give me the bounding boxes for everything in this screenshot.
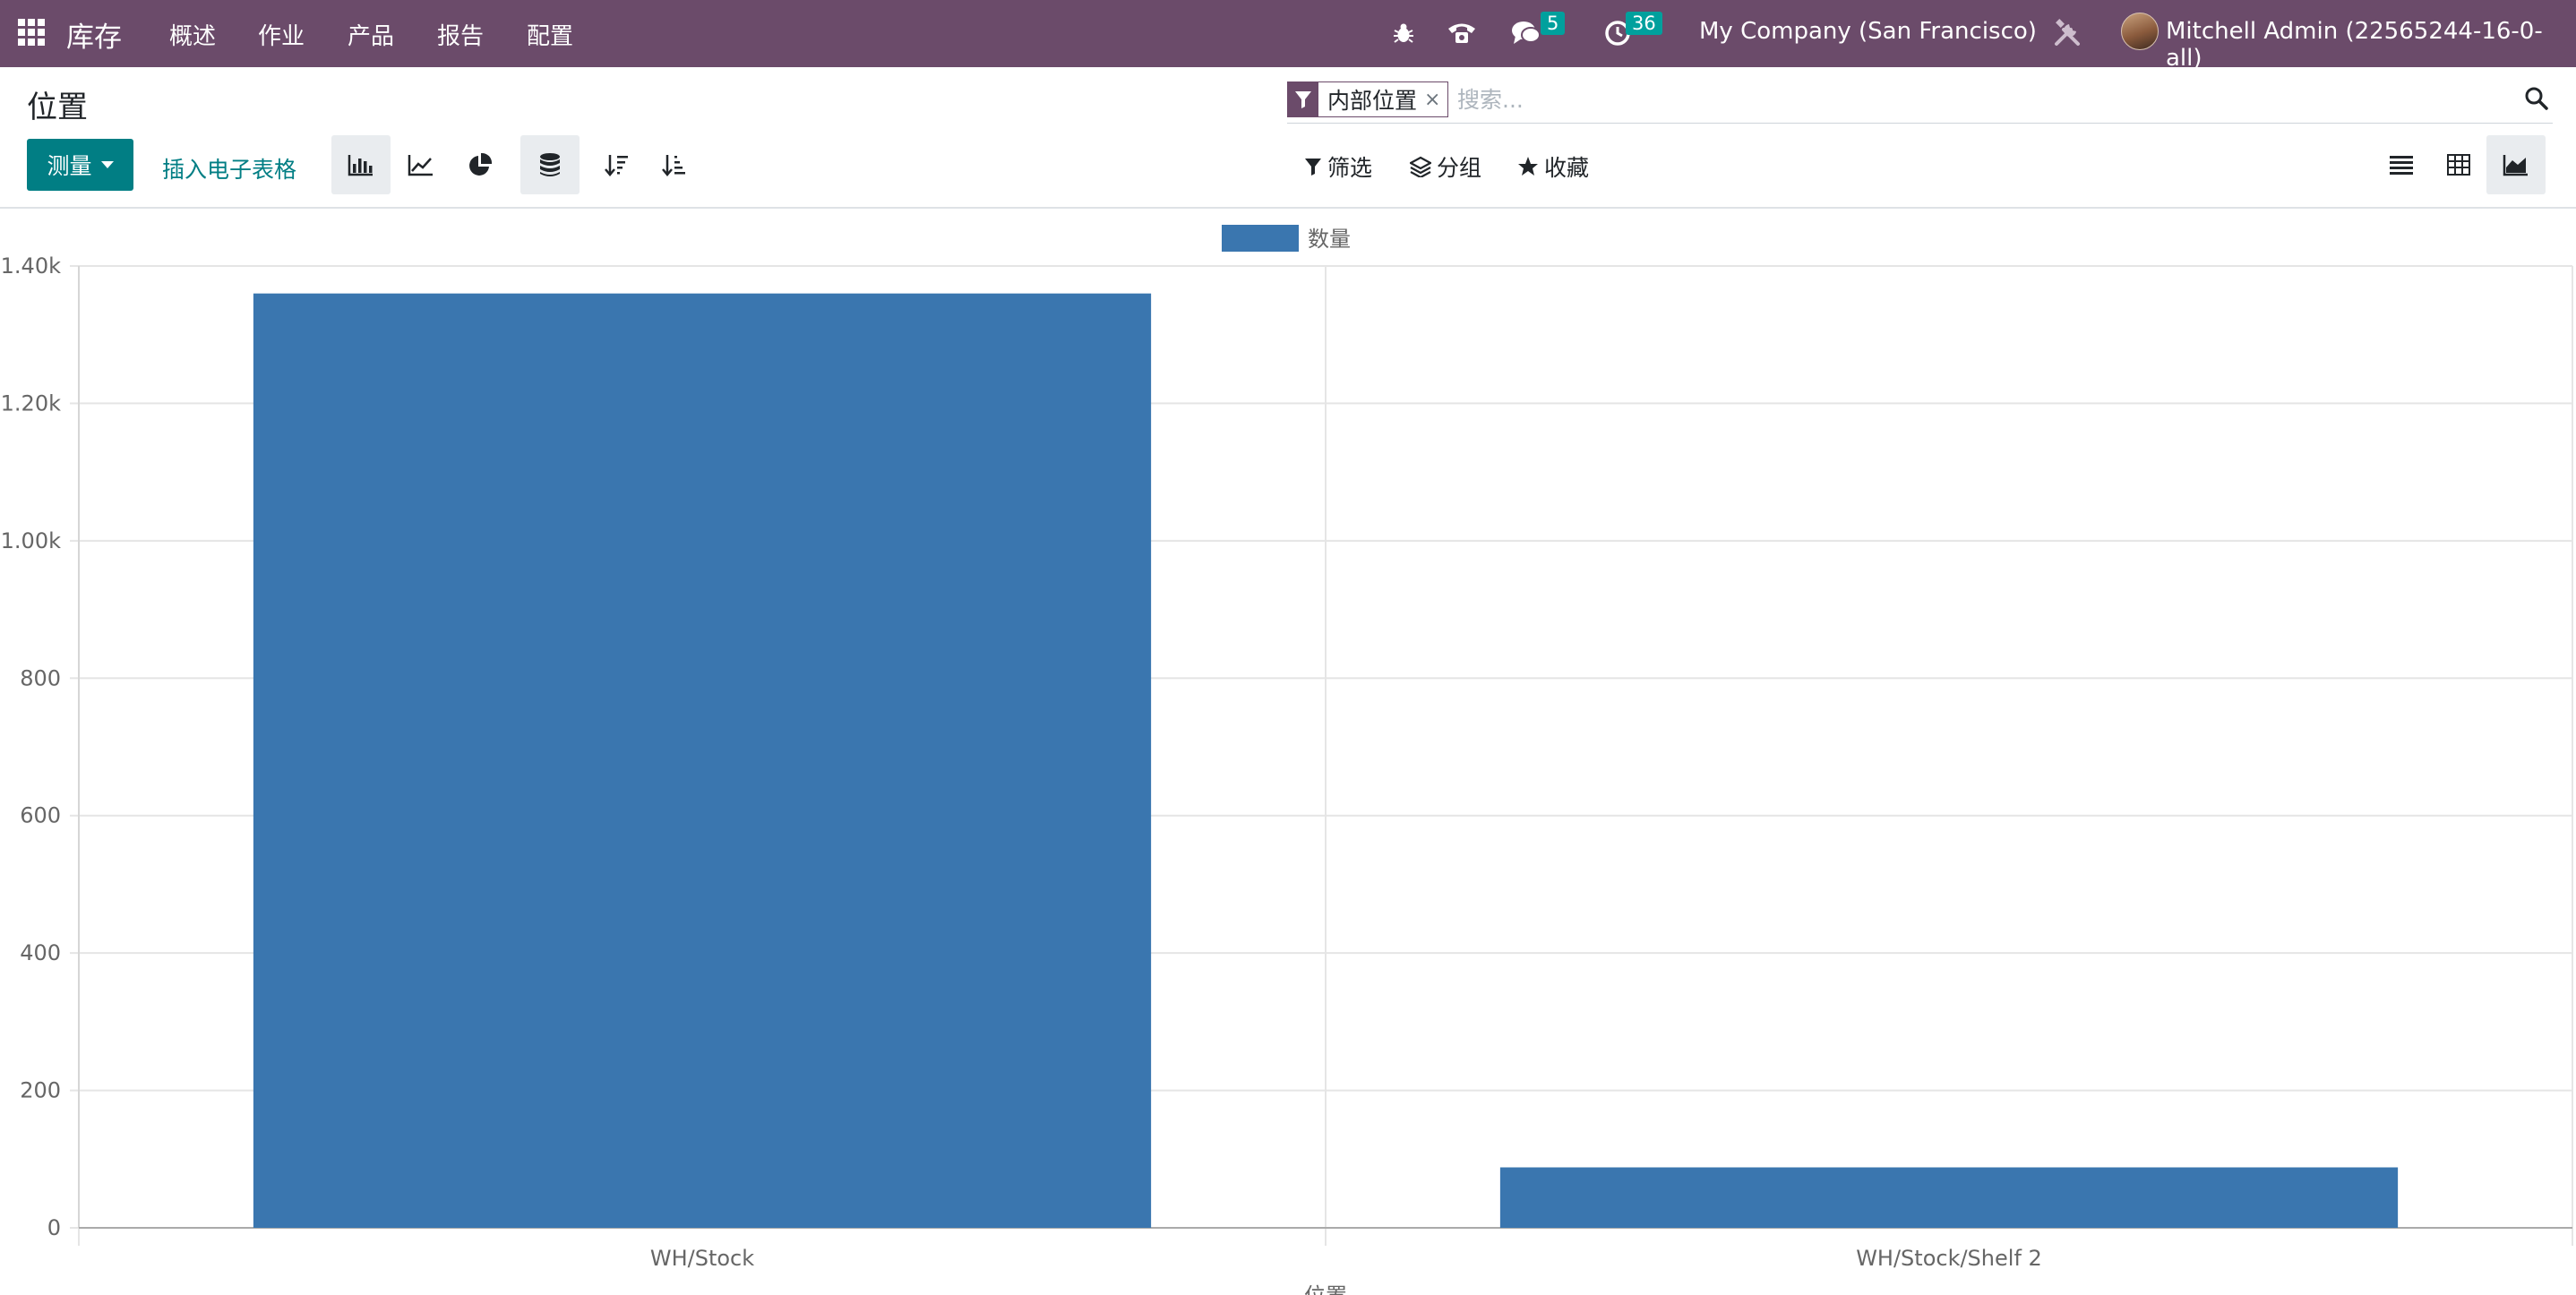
favorites-label: 收藏 bbox=[1544, 155, 1590, 181]
search-facet: 内部位置 × bbox=[1287, 81, 1449, 117]
sort-ascending-button[interactable] bbox=[645, 135, 704, 194]
stacked-button[interactable] bbox=[520, 135, 580, 194]
y-tick-label: 600 bbox=[20, 803, 61, 828]
y-tick-label: 200 bbox=[20, 1078, 61, 1103]
activities-count-badge: 36 bbox=[1626, 12, 1662, 35]
filters-toggle[interactable]: 筛选 bbox=[1304, 150, 1372, 183]
company-switcher[interactable]: My Company (San Francisco) bbox=[1699, 18, 2037, 45]
legend-swatch bbox=[1222, 225, 1299, 252]
star-icon bbox=[1518, 157, 1538, 176]
filter-facet-icon bbox=[1288, 82, 1318, 116]
filters-label: 筛选 bbox=[1327, 155, 1373, 181]
menu-item-reporting[interactable]: 报告 bbox=[437, 18, 484, 51]
search-input[interactable] bbox=[1457, 82, 2487, 116]
developer-tools-icon[interactable] bbox=[2049, 16, 2085, 50]
pie-chart-button[interactable] bbox=[451, 135, 510, 194]
y-tick-label: 800 bbox=[20, 665, 61, 690]
bar bbox=[1499, 1167, 2399, 1228]
pie-chart-icon bbox=[469, 152, 493, 176]
user-menu[interactable]: Mitchell Admin (22565244-16-0-all) bbox=[2166, 18, 2576, 72]
menu-item-products[interactable]: 产品 bbox=[348, 18, 394, 51]
insert-spreadsheet-button[interactable]: 插入电子表格 bbox=[162, 152, 296, 184]
measure-label: 测量 bbox=[47, 153, 92, 179]
debug-bug-icon[interactable] bbox=[1389, 16, 1418, 50]
messages-count-badge: 5 bbox=[1541, 12, 1566, 35]
phone-icon[interactable] bbox=[1445, 16, 1479, 50]
menu-item-operations[interactable]: 作业 bbox=[258, 18, 305, 51]
y-tick-label: 1.20k bbox=[1, 390, 61, 416]
y-tick-label: 0 bbox=[47, 1215, 61, 1240]
messages-icon[interactable] bbox=[1510, 16, 1542, 50]
x-tick-label: WH/Stock bbox=[650, 1246, 754, 1271]
list-view-icon bbox=[2390, 156, 2413, 175]
groupby-label: 分组 bbox=[1437, 155, 1482, 181]
groupby-toggle[interactable]: 分组 bbox=[1410, 150, 1481, 183]
x-tick-label: WH/Stock/Shelf 2 bbox=[1856, 1246, 2042, 1271]
pivot-view-button[interactable] bbox=[2429, 135, 2488, 194]
filter-icon bbox=[1305, 159, 1321, 176]
list-view-button[interactable] bbox=[2372, 135, 2431, 194]
pivot-table-icon bbox=[2447, 154, 2470, 176]
apps-menu-icon[interactable] bbox=[18, 19, 45, 46]
measure-dropdown-button[interactable]: 测量 bbox=[27, 139, 133, 191]
search-icon[interactable] bbox=[2520, 82, 2553, 115]
search-bar: 内部位置 × bbox=[1287, 79, 2553, 124]
sort-descending-icon bbox=[605, 155, 628, 176]
bar-chart-button[interactable] bbox=[331, 135, 391, 194]
sort-ascending-icon bbox=[662, 155, 685, 176]
sort-descending-button[interactable] bbox=[588, 135, 647, 194]
facet-remove-icon[interactable]: × bbox=[1424, 89, 1447, 111]
top-navbar: 库存 概述 作业 产品 报告 配置 5 36 My Company (San F… bbox=[0, 0, 2576, 72]
menu-item-overview[interactable]: 概述 bbox=[169, 18, 216, 51]
y-tick-label: 400 bbox=[20, 940, 61, 965]
favorites-toggle[interactable]: 收藏 bbox=[1517, 150, 1589, 183]
page-title[interactable]: 位置 bbox=[27, 82, 88, 126]
menu-item-configuration[interactable]: 配置 bbox=[527, 18, 573, 51]
caret-down-icon bbox=[100, 161, 114, 168]
app-brand[interactable]: 库存 bbox=[66, 14, 122, 55]
line-chart-button[interactable] bbox=[391, 135, 451, 194]
bar bbox=[253, 293, 1152, 1228]
bar-chart-icon bbox=[348, 155, 373, 176]
line-chart-icon bbox=[408, 155, 433, 176]
area-chart-icon bbox=[2503, 155, 2528, 176]
legend-label: 数量 bbox=[1308, 227, 1351, 252]
facet-value: 内部位置 bbox=[1327, 88, 1418, 114]
bar-chart: 0 200 400 600 800 1.00k 1.20k 1.40k WH/Stock WH/S… bbox=[1, 225, 2573, 1295]
graph-view-button[interactable] bbox=[2486, 135, 2546, 194]
database-stack-icon bbox=[540, 153, 560, 176]
y-tick-label: 1.40k bbox=[1, 253, 61, 279]
layers-icon bbox=[1410, 156, 1431, 177]
user-avatar[interactable] bbox=[2121, 13, 2159, 50]
y-tick-label: 1.00k bbox=[1, 528, 61, 553]
x-axis-title: 位置 bbox=[1304, 1283, 1347, 1295]
